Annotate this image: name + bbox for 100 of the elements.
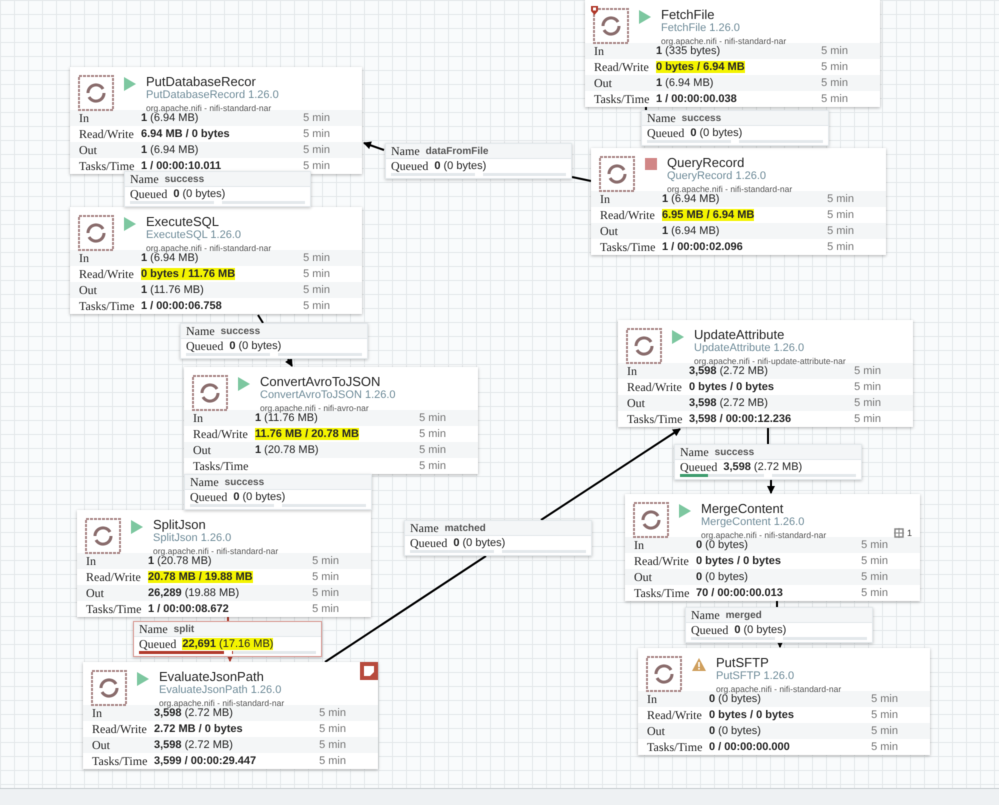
stat-value: 6.94 MB / 0 bytes [141,128,230,140]
connection-line[interactable] [257,314,264,324]
processor-card[interactable]: PutSFTP PutSFTP 1.26.0 org.apache.nifi - nifi-standard-nar In 0 (0 bytes) 5 min Read/Write 0 bytes / 0 bytes 5 min Out 0 (0 bytes) 5 min Tasks/Time 0 / 00:00:00.000 5 min [638,648,930,755]
stat-value: 3,598 (2.72 MB) [689,397,768,409]
stat-window: 5 min [303,144,330,156]
play-icon [137,672,149,686]
processor-type: UpdateAttribute 1.26.0 [694,343,806,354]
connection-name: success [714,446,754,458]
connection-line[interactable] [572,176,592,182]
stat-value: 1 / 00:00:08.672 [148,603,229,615]
queued-value: 22,691 (17.16 MB) [182,638,274,650]
stat-label: In [92,706,103,720]
connection-name: split [174,624,194,634]
stat-value: 1 (6.94 MB) [141,112,198,124]
stat-window: 5 min [319,723,346,735]
queued-value: 0 (0 bytes) [434,160,486,172]
processor-name: EvaluateJsonPath [159,670,265,683]
stat-value: 1 / 00:00:00.038 [656,93,737,105]
connection-arrow[interactable] [776,640,784,648]
processor-card[interactable]: QueryRecord QueryRecord 1.26.0 org.apache.nifi - nifi-standard-nar In 1 (6.94 MB) 5 min Read/Write 6.95 MB / 6.94 MB 5 min Out 1 (6.94 MB) 5 min Tasks/Time 1 / 00:00:02.096 5 min [591,148,886,255]
processor-card[interactable]: SplitJson SplitJson 1.26.0 org.apache.nifi - nifi-standard-nar In 1 (20.78 MB) 5 min Read/Write 20.78 MB / 19.88 MB 5 min Out 26,289 (19.88 MB) 5 min Tasks/Time 1 / 00:00:08.672 5 min [77,510,371,617]
processor-card[interactable]: ExecuteSQL ExecuteSQL 1.26.0 org.apache.nifi - nifi-standard-nar In 1 (6.94 MB) 5 min Read/Write 0 bytes / 11.76 MB 5 min Out 1 (11.76 MB) 5 min Tasks/Time 1 / 00:00:06.758 5 min [70,207,362,314]
name-label: Name [190,474,219,490]
stat-label: Read/Write [79,126,135,142]
processor-card[interactable]: PutDatabaseRecor PutDatabaseRecord 1.26.0 org.apache.nifi - nifi-standard-nar In 1 (6.94 MB) 5 min Read/Write 6.94 MB / 0 bytes 5 min Out 1 (6.94 MB) 5 min Tasks/Time 1 / 00:00:10.011 5 min [70,67,362,174]
play-icon [238,377,250,391]
stat-window: 5 min [827,241,854,253]
connection-label[interactable]: Name success Queued 3,598 (2.72 MB) [674,444,862,480]
stat-value: 0 bytes / 0 bytes [696,555,781,567]
processor-icon [646,656,682,692]
name-label: Name [391,144,420,158]
stat-label: Read/Write [193,426,249,442]
stat-window: 5 min [871,741,898,753]
name-label: Name [130,172,159,186]
connection-arrow[interactable] [767,480,775,494]
connection-label[interactable]: Name success Queued 0 (0 bytes) [180,323,368,359]
stat-label: In [634,538,645,552]
connection-label[interactable]: Name success Queued 0 (0 bytes) [641,110,829,146]
connection-label[interactable]: Name merged Queued 0 (0 bytes) [685,607,873,643]
stat-value: 0 (0 bytes) [696,539,748,551]
queued-value: 0 (0 bytes) [453,537,506,549]
bundle-name: org.apache.nifi - nifi-standard-nar [146,104,272,112]
connection-label[interactable]: Name success Queued 0 (0 bytes) [184,474,372,510]
queued-value: 0 (0 bytes) [229,340,282,352]
processor-name: PutSFTP [716,656,770,669]
warning-icon [692,658,706,671]
connection-label[interactable]: Name split Queued 22,691 (17.16 MB) [133,621,322,657]
stat-label: Tasks/Time [627,412,684,426]
stat-value: 0 bytes / 0 bytes [689,381,774,393]
processor-card[interactable]: ConvertAvroToJSON ConvertAvroToJSON 1.26.0 org.apache.nifi - nifi-avro-nar In 1 (11.76 MB) 5 min Read/Write 11.76 MB / 20.78 MB 5 min Out 1 (20.78 MB) 5 min Tasks/Time 5 min [184,367,478,474]
queued-label: Queued [680,460,718,474]
processor-name: MergeContent [701,502,784,515]
stat-value: 11.76 MB / 20.78 MB [255,428,359,440]
stat-window: 5 min [854,413,881,425]
connection-line[interactable] [324,555,487,663]
stat-window: 5 min [827,193,854,205]
connection-arrow[interactable] [285,358,293,367]
stat-value: 3,598 (2.72 MB) [689,365,768,377]
connection-arrow[interactable] [363,142,384,151]
connection-label[interactable]: Name dataFromFile Queued 0 (0 bytes) [385,143,572,179]
stat-value: 0 (0 bytes) [709,693,761,705]
processor-card[interactable]: EvaluateJsonPath EvaluateJsonPath 1.26.0 org.apache.nifi - nifi-standard-nar In 3,598 (2.72 MB) 5 min Read/Write 2.72 MB / 0 bytes 5 min Out 3,598 (2.72 MB) 5 min Tasks/Time 3,599 / 00:00:29.447 5 min [83,662,378,769]
stat-window: 5 min [827,209,854,221]
processor-icon [85,518,121,554]
stat-value: 1 (335 bytes) [656,45,720,57]
stat-value: 1 (20.78 MB) [148,555,212,567]
play-icon [124,217,136,231]
stat-label: Out [647,724,666,738]
stat-label: Read/Write [600,208,656,222]
bulletin-icon[interactable] [360,662,378,680]
connection-label[interactable]: Name success Queued 0 (0 bytes) [124,171,311,207]
processor-type: SplitJson 1.26.0 [153,533,232,544]
processor-icon [78,215,114,251]
stat-value: 1 (11.76 MB) [141,284,204,296]
processor-card[interactable]: MergeContent MergeContent 1.26.0 org.apache.nifi - nifi-standard-nar In 0 (0 bytes) 5 min Read/Write 0 bytes / 0 bytes 5 min Out 0 (0 bytes) 5 min Tasks/Time 70 / 00:00:00.013 5 min 1 [625,494,920,601]
stat-label: Tasks/Time [600,240,656,254]
queued-label: Queued [190,490,228,504]
connection-arrow[interactable] [540,428,681,521]
connection-name: matched [444,522,486,534]
processor-name: PutDatabaseRecor [146,75,257,88]
connection-label[interactable]: Name matched Queued 0 (0 bytes) [404,520,592,556]
stat-label: Out [79,282,98,298]
stat-value: 0 (0 bytes) [709,725,761,737]
play-icon [131,520,143,534]
queued-label: Queued [391,158,428,174]
stat-window: 5 min [319,755,346,767]
stat-value: 3,598 / 00:00:12.236 [689,413,792,425]
stat-window: 5 min [419,428,446,440]
stat-window: 5 min [312,587,339,599]
processor-card[interactable]: FetchFile FetchFile 1.26.0 org.apache.nifi - nifi-standard-nar In 1 (335 bytes) 5 min Read/Write 0 bytes / 6.94 MB 5 min Out 1 (6.94 MB) 5 min Tasks/Time 1 / 00:00:00.038 5 min [585,0,880,107]
processor-card[interactable] [618,320,913,427]
stat-window: 5 min [861,555,888,567]
stat-value: 1 / 00:00:06.758 [141,300,222,312]
queued-value: 0 (0 bytes) [734,624,786,636]
queued-value: 3,598 (2.72 MB) [723,461,802,473]
play-icon [672,330,684,344]
thread-count: 1 [906,528,912,538]
processor-type: FetchFile 1.26.0 [661,23,741,34]
connection-arrow[interactable] [226,654,234,662]
play-icon [679,504,691,518]
